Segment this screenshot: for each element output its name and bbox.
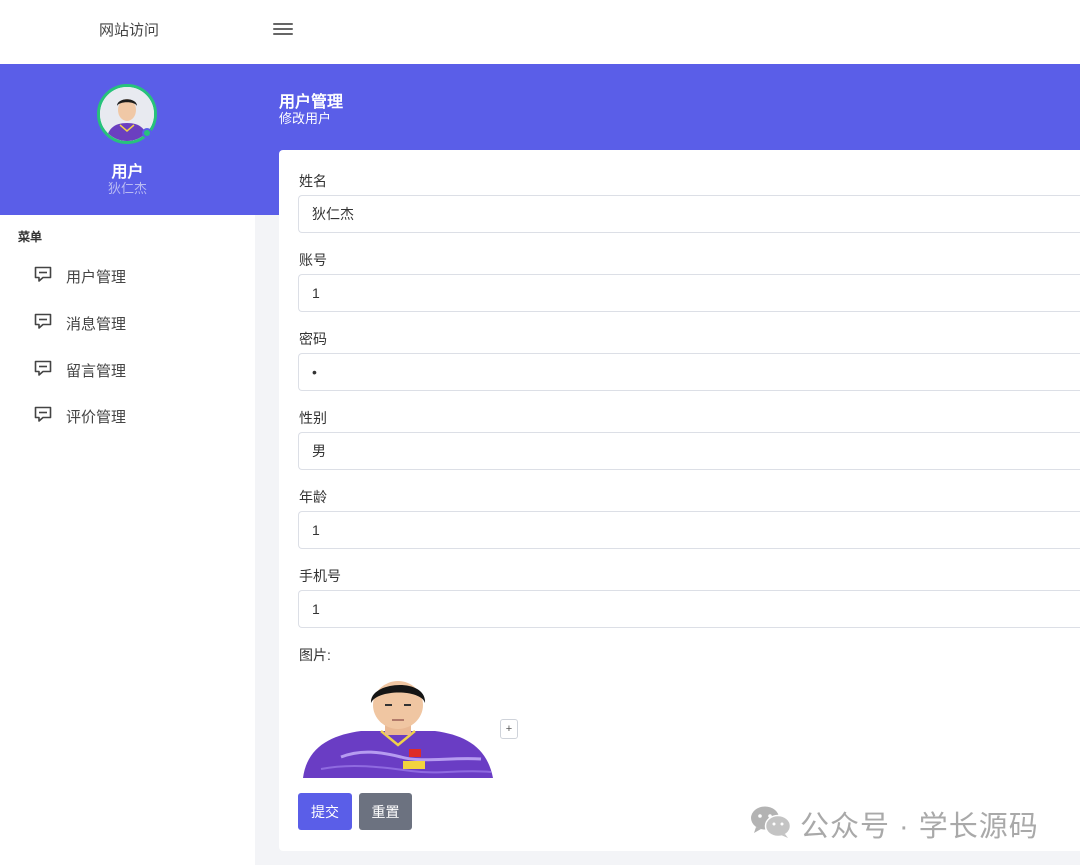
age-field[interactable] (298, 511, 1080, 549)
gender-label: 性别 (299, 410, 327, 426)
site-visit-link[interactable]: 网站访问 (99, 19, 159, 40)
top-bar: 网站访问 (0, 0, 1080, 64)
sidebar: 菜单 用户管理 消息管理 留言管理 评价管理 (0, 215, 255, 865)
user-photo (301, 677, 495, 778)
account-label: 账号 (299, 252, 327, 268)
account-field[interactable] (298, 274, 1080, 312)
page-subtitle: 修改用户 (279, 111, 332, 126)
sidebar-item-label: 留言管理 (66, 363, 127, 380)
sidebar-item-review-management[interactable]: 评价管理 (0, 395, 255, 435)
add-image-button[interactable]: + (500, 719, 518, 739)
watermark-text: 公众号 · 学长源码 (800, 811, 1039, 843)
sidebar-item-label: 评价管理 (66, 409, 127, 426)
password-label: 密码 (299, 331, 327, 347)
name-label: 姓名 (299, 173, 327, 189)
menu-title: 菜单 (18, 230, 43, 244)
sidebar-item-user-management[interactable]: 用户管理 (0, 255, 255, 295)
age-label: 年龄 (299, 489, 327, 505)
watermark: 公众号 · 学长源码 (750, 803, 1050, 843)
image-label: 图片: (299, 647, 331, 663)
online-status-dot (142, 128, 152, 138)
message-square-icon (34, 360, 52, 376)
password-field[interactable] (298, 353, 1080, 391)
sidebar-item-label: 用户管理 (66, 269, 127, 286)
message-square-icon (34, 406, 52, 422)
message-square-icon (34, 266, 52, 282)
sidebar-item-label: 消息管理 (66, 316, 127, 333)
phone-label: 手机号 (299, 568, 341, 584)
hamburger-icon[interactable] (273, 23, 293, 37)
gender-field[interactable] (298, 432, 1080, 470)
message-square-icon (34, 313, 52, 329)
sidebar-item-message-management[interactable]: 消息管理 (0, 302, 255, 342)
profile-subtitle: 狄仁杰 (107, 181, 147, 196)
phone-field[interactable] (298, 590, 1080, 628)
name-field[interactable] (298, 195, 1080, 233)
submit-button[interactable]: 提交 (298, 793, 352, 830)
sidebar-item-comment-management[interactable]: 留言管理 (0, 349, 255, 389)
wechat-icon (751, 806, 792, 838)
reset-button[interactable]: 重置 (359, 793, 412, 830)
